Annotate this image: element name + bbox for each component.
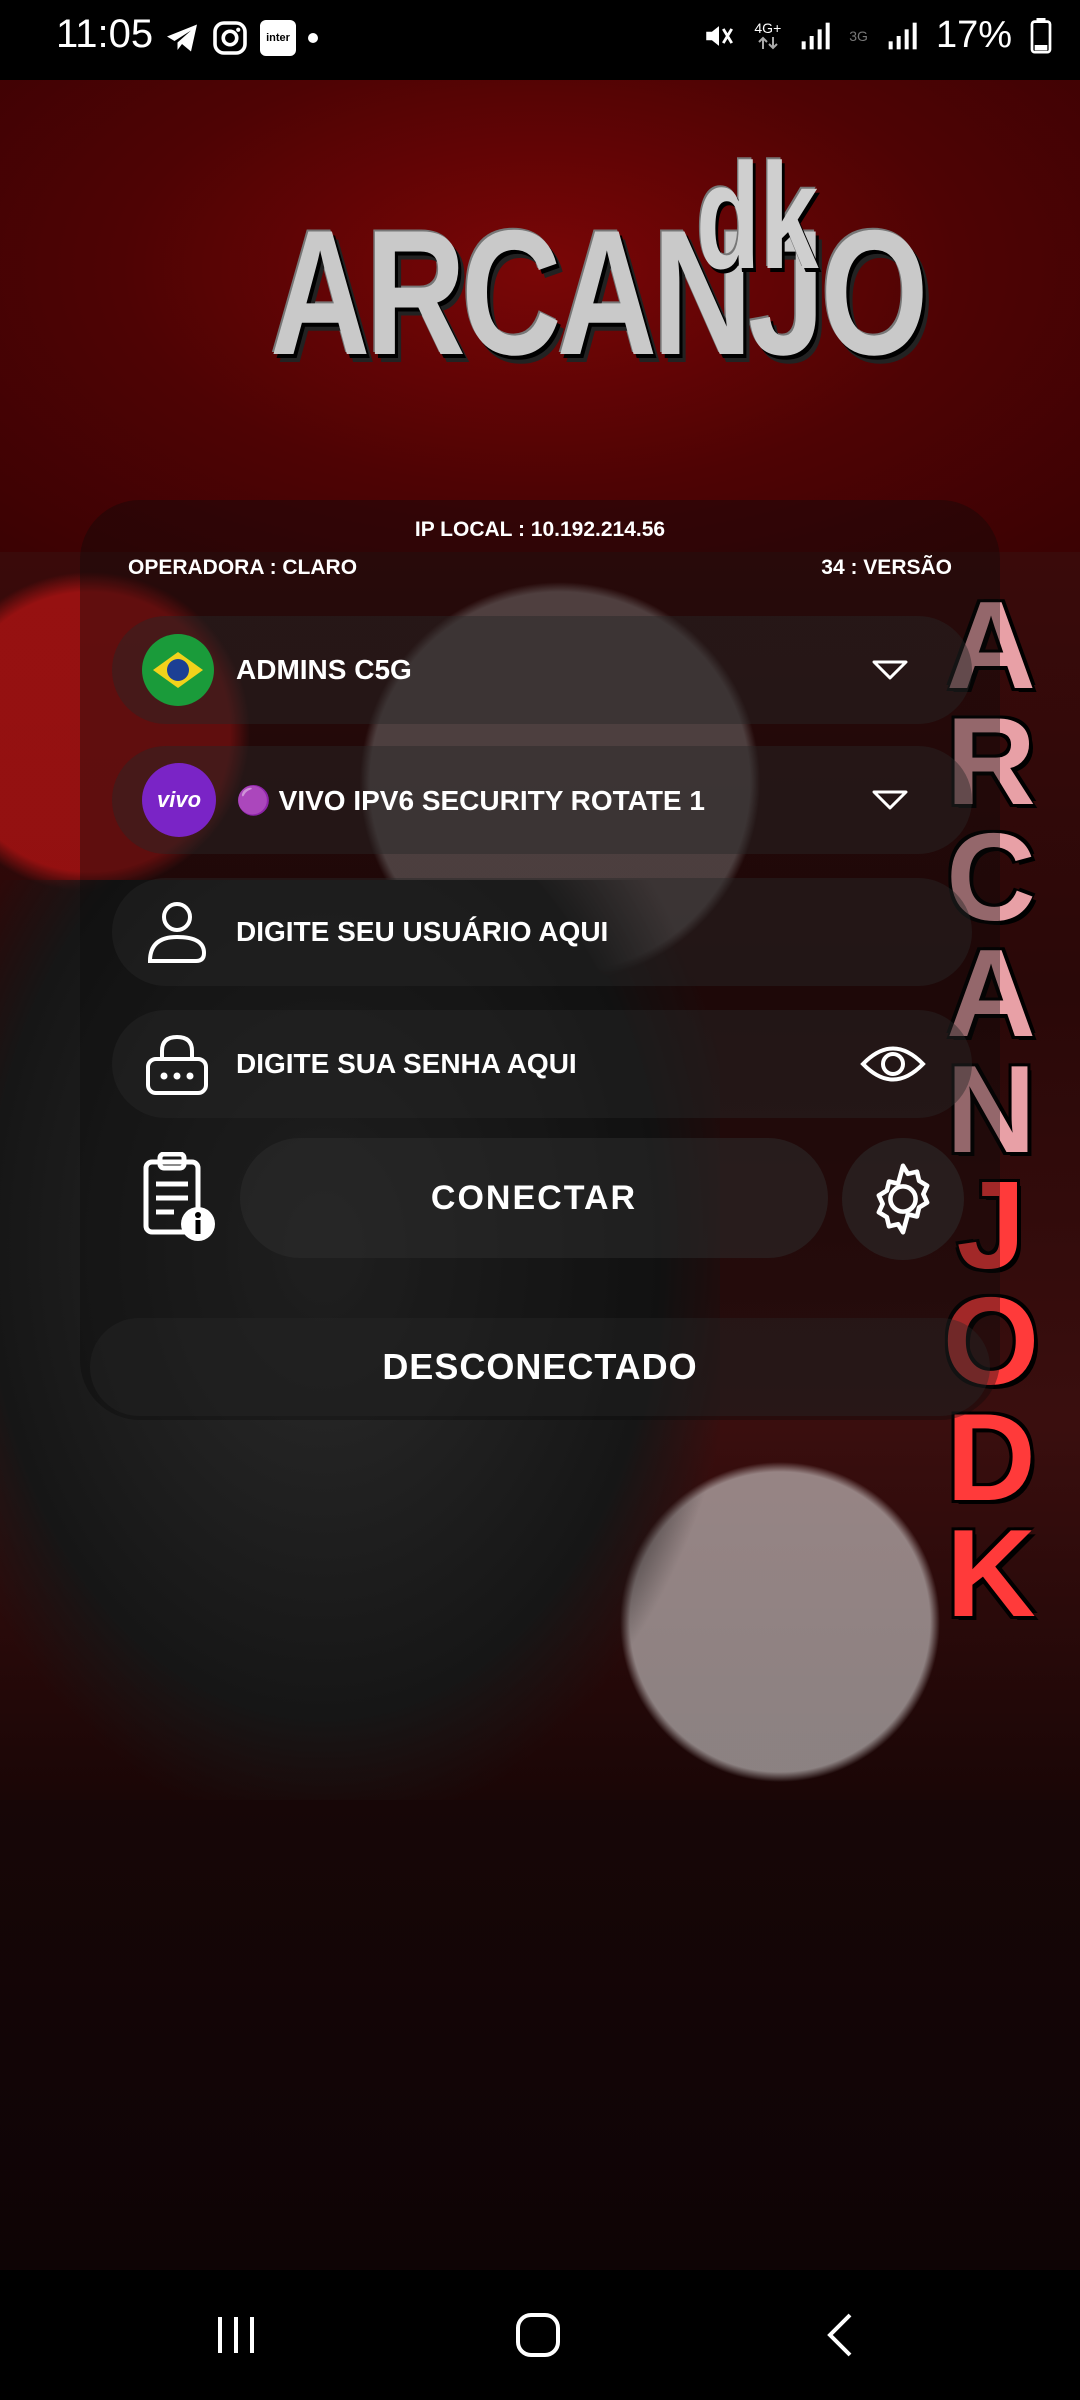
- connection-status: DESCONECTADO: [90, 1318, 990, 1416]
- back-button[interactable]: [780, 2270, 900, 2400]
- clipboard-info-icon[interactable]: [140, 1152, 220, 1244]
- logo-main-text: ARCANJO: [270, 193, 928, 392]
- vivo-icon: vivo: [142, 763, 216, 837]
- side-letter: D: [946, 1389, 1036, 1527]
- version-label: 34 : VERSÃO: [821, 556, 952, 579]
- data-arrows-icon: [758, 36, 778, 49]
- settings-button[interactable]: [842, 1138, 964, 1260]
- signal-icon: [801, 22, 830, 49]
- battery-percent: 17%: [935, 14, 1012, 56]
- ip-local-label: IP LOCAL : 10.192.214.56: [414, 518, 666, 541]
- user-icon: [147, 902, 207, 963]
- network-type-2: 3G: [849, 27, 868, 44]
- server-select-label: ADMINS C5G: [236, 654, 412, 685]
- inter-icon: inter: [260, 20, 296, 56]
- username-field[interactable]: DIGITE SEU USUÁRIO AQUI: [112, 878, 972, 986]
- server-select[interactable]: ADMINS C5G: [112, 616, 972, 724]
- signal-icon-2: [888, 22, 917, 49]
- recent-apps-button[interactable]: [176, 2270, 296, 2400]
- mute-icon: [706, 25, 734, 46]
- eye-icon[interactable]: [860, 1041, 926, 1087]
- payload-select-label: 🟣 VIVO IPV6 SECURITY ROTATE 1: [236, 784, 705, 816]
- lock-icon: [146, 1034, 208, 1095]
- home-button[interactable]: [478, 2270, 598, 2400]
- telegram-icon: [167, 24, 197, 52]
- side-letter: K: [946, 1505, 1036, 1643]
- home-icon: [516, 2313, 560, 2357]
- chevron-down-icon[interactable]: [872, 789, 908, 811]
- payload-select[interactable]: vivo 🟣 VIVO IPV6 SECURITY ROTATE 1: [112, 746, 972, 854]
- gear-icon: [876, 1163, 930, 1235]
- navigation-bar: [0, 2270, 1080, 2400]
- password-field[interactable]: DIGITE SUA SENHA AQUI: [112, 1010, 972, 1118]
- clock: 11:05: [56, 12, 154, 56]
- battery-icon: [1030, 17, 1052, 54]
- chevron-down-icon[interactable]: [872, 659, 908, 681]
- brazil-flag-icon: [142, 634, 214, 706]
- username-placeholder: DIGITE SEU USUÁRIO AQUI: [236, 916, 609, 947]
- network-type-1: 4G+: [754, 19, 782, 36]
- logo-sup-text: dk: [696, 132, 819, 300]
- connect-button[interactable]: CONECTAR: [240, 1138, 828, 1258]
- status-bar: 11:05 inter 4G+ 3G 17%: [0, 0, 1080, 80]
- bottom-area: [0, 1800, 1080, 2270]
- password-placeholder: DIGITE SUA SENHA AQUI: [236, 1048, 577, 1079]
- notification-icons: inter: [164, 20, 318, 56]
- dot-icon: [308, 33, 318, 43]
- instagram-icon: [213, 21, 247, 55]
- back-icon: [827, 2313, 852, 2357]
- system-icons: 4G+ 3G 17%: [702, 14, 1052, 57]
- app-logo: ARCANJO dk: [270, 130, 928, 450]
- recents-icon: [218, 2317, 254, 2353]
- operator-label: OPERADORA : CLARO: [128, 556, 358, 579]
